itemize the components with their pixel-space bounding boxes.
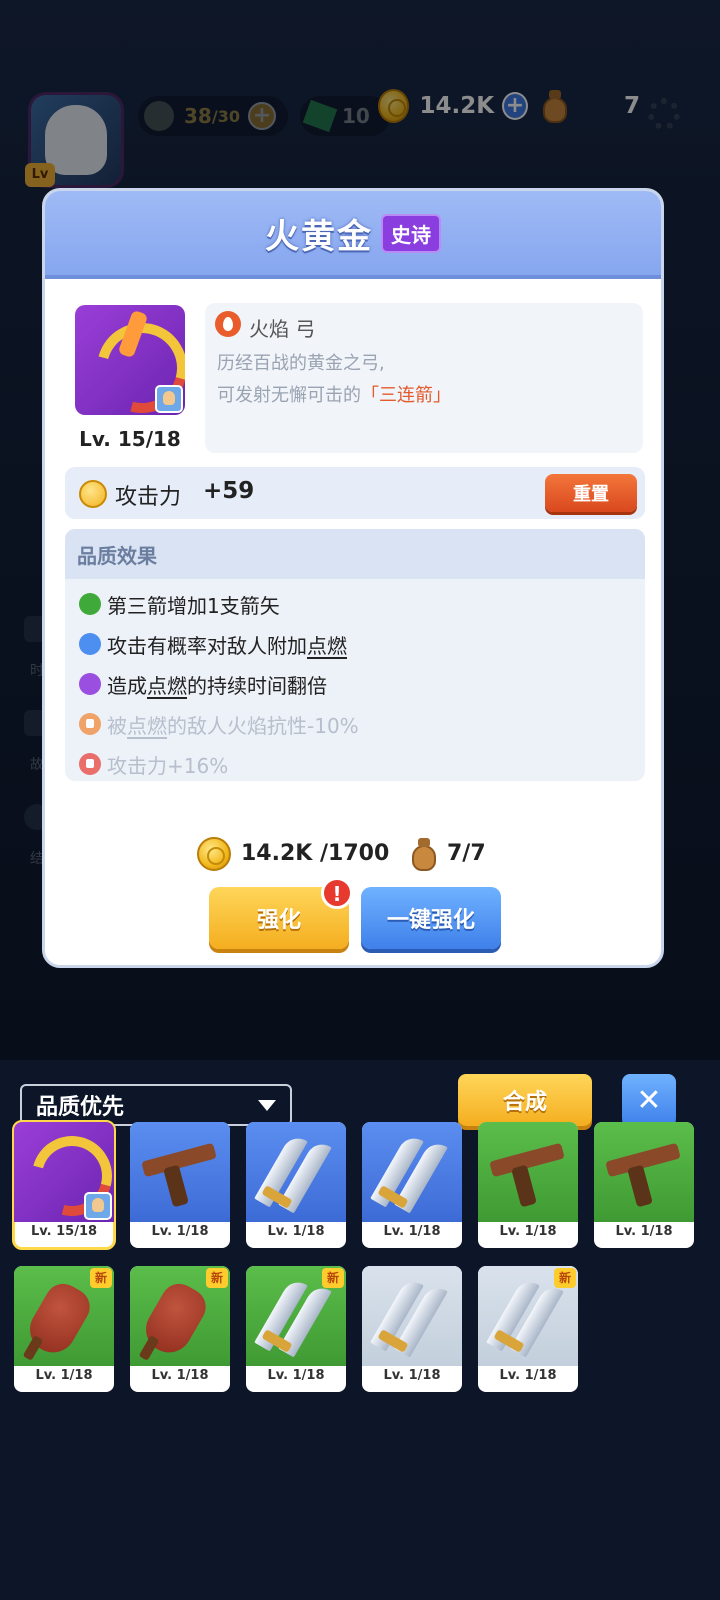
inventory-slot[interactable]: Lv. 15/18 bbox=[12, 1120, 116, 1250]
blades-icon bbox=[362, 1122, 462, 1222]
attack-icon bbox=[79, 480, 107, 508]
inventory-slot[interactable]: Lv. 1/18 bbox=[362, 1122, 462, 1248]
keyword-link[interactable]: 点燃 bbox=[147, 670, 187, 699]
sort-dropdown[interactable]: 品质优先 bbox=[20, 1084, 292, 1126]
inventory-panel: 品质优先 合成 ✕ Lv. 15/18 Lv. 1/18 Lv. 1/18 Lv. 1… bbox=[0, 1060, 720, 1600]
crossbow-icon bbox=[478, 1122, 578, 1222]
item-level: Lv. 1/18 bbox=[267, 1368, 325, 1383]
quality-dot-icon bbox=[79, 593, 101, 615]
weapon-level: Lv. 15/18 bbox=[79, 427, 181, 451]
description-highlight: 「三连箭」 bbox=[361, 385, 451, 406]
effect-text: 的敌人火焰抗性-10% bbox=[167, 713, 359, 738]
attack-label: 攻击力 bbox=[115, 485, 182, 510]
item-level: Lv. 1/18 bbox=[151, 1224, 209, 1239]
quality-dot-icon bbox=[79, 673, 101, 695]
effect-text: 的持续时间翻倍 bbox=[187, 673, 327, 698]
chevron-down-icon bbox=[258, 1100, 276, 1111]
effect-text: 造成 bbox=[107, 673, 147, 698]
sort-label: 品质优先 bbox=[36, 1095, 125, 1120]
lock-icon bbox=[79, 713, 101, 735]
inventory-slot[interactable]: 新 Lv. 1/18 bbox=[14, 1266, 114, 1392]
quality-effect-row: 被点燃 的敌人火焰抗性-10% bbox=[79, 709, 359, 739]
effect-text: 攻击力+16% bbox=[107, 753, 229, 778]
upgrade-cost-row: 14.2K /1700 7/7 bbox=[45, 835, 661, 875]
description-line-2: 可发射无懈可击的「三连箭」 bbox=[217, 381, 451, 407]
keyword-link[interactable]: 点燃 bbox=[127, 710, 167, 739]
weapon-type: 火焰 弓 bbox=[249, 317, 316, 341]
inventory-slot[interactable]: Lv. 1/18 bbox=[594, 1122, 694, 1248]
inventory-slot[interactable]: 新 Lv. 1/18 bbox=[130, 1266, 230, 1392]
new-badge: 新 bbox=[206, 1268, 228, 1288]
weapon-name: 火黄金 bbox=[265, 216, 373, 257]
item-level: Lv. 1/18 bbox=[499, 1224, 557, 1239]
effect-text: 被 bbox=[107, 713, 127, 738]
item-level: Lv. 1/18 bbox=[383, 1224, 441, 1239]
blades-icon bbox=[362, 1266, 462, 1366]
weapon-icon bbox=[75, 305, 185, 415]
item-level: Lv. 1/18 bbox=[499, 1368, 557, 1383]
quality-effects-title: 品质效果 bbox=[65, 529, 645, 579]
coin-cost: 14.2K /1700 bbox=[241, 841, 390, 866]
description-line-1: 历经百战的黄金之弓, bbox=[217, 353, 385, 374]
inventory-slot[interactable]: 新 Lv. 1/18 bbox=[246, 1266, 346, 1392]
money-bag-icon bbox=[409, 837, 439, 871]
new-badge: 新 bbox=[322, 1268, 344, 1288]
merge-button[interactable]: 合成 bbox=[458, 1074, 592, 1126]
crossbow-icon bbox=[130, 1122, 230, 1222]
quality-effect-row: 攻击力+16% bbox=[79, 749, 228, 779]
rarity-badge: 史诗 bbox=[381, 213, 441, 253]
dialog-header: 火黄金 史诗 bbox=[45, 191, 661, 279]
effect-text: 攻击有概率对敌人附加 bbox=[107, 633, 307, 658]
keyword-link[interactable]: 点燃 bbox=[307, 630, 347, 659]
weapon-description: 火焰 弓 历经百战的黄金之弓, 可发射无懈可击的「三连箭」 bbox=[205, 303, 643, 453]
crossbow-icon bbox=[594, 1122, 694, 1222]
new-badge: 新 bbox=[90, 1268, 112, 1288]
new-badge: 新 bbox=[554, 1268, 576, 1288]
item-level: Lv. 15/18 bbox=[30, 1224, 98, 1239]
quality-effects-panel: 品质效果 第三箭增加1支箭矢 攻击有概率对敌人附加 点燃 造成 点燃 的持续时间翻倍被点燃… bbox=[65, 529, 645, 781]
inventory-slot[interactable]: Lv. 1/18 bbox=[362, 1266, 462, 1392]
quality-effect-row: 攻击有概率对敌人附加 点燃 bbox=[79, 629, 347, 659]
attack-value: +59 bbox=[203, 478, 255, 504]
quality-effect-row: 第三箭增加1支箭矢 bbox=[79, 589, 280, 619]
bow-icon bbox=[14, 1122, 114, 1231]
inventory-slot[interactable]: Lv. 1/18 bbox=[478, 1122, 578, 1248]
attack-stat-row: 攻击力 +59 重置 bbox=[65, 467, 645, 519]
weapon-detail-dialog: 火黄金 史诗 Lv. 15/18 火焰 弓 历经百战的黄金之弓, 可发射无懈可击… bbox=[42, 188, 664, 968]
alert-icon: ! bbox=[321, 877, 353, 909]
inventory-slot[interactable]: Lv. 1/18 bbox=[246, 1122, 346, 1248]
inventory-slot[interactable]: Lv. 1/18 bbox=[130, 1122, 230, 1248]
quality-effect-row: 造成 点燃 的持续时间翻倍 bbox=[79, 669, 327, 699]
inventory-slot[interactable]: 新 Lv. 1/18 bbox=[478, 1266, 578, 1392]
hero-portrait-icon bbox=[155, 385, 183, 413]
item-level: Lv. 1/18 bbox=[151, 1368, 209, 1383]
effect-text: 第三箭增加1支箭矢 bbox=[107, 593, 280, 618]
description-text: 可发射无懈可击的 bbox=[217, 385, 361, 406]
quality-dot-icon bbox=[79, 633, 101, 655]
coin-icon bbox=[197, 837, 231, 871]
blades-icon bbox=[246, 1122, 346, 1222]
fire-icon bbox=[215, 311, 241, 337]
one-key-upgrade-button[interactable]: 一键强化 bbox=[361, 887, 501, 949]
item-level: Lv. 1/18 bbox=[267, 1224, 325, 1239]
item-level: Lv. 1/18 bbox=[35, 1368, 93, 1383]
bag-cost: 7/7 bbox=[447, 841, 486, 866]
item-level: Lv. 1/18 bbox=[615, 1224, 673, 1239]
reset-button[interactable]: 重置 bbox=[545, 474, 637, 512]
close-button[interactable]: ✕ bbox=[622, 1074, 676, 1126]
lock-icon bbox=[79, 753, 101, 775]
item-level: Lv. 1/18 bbox=[383, 1368, 441, 1383]
